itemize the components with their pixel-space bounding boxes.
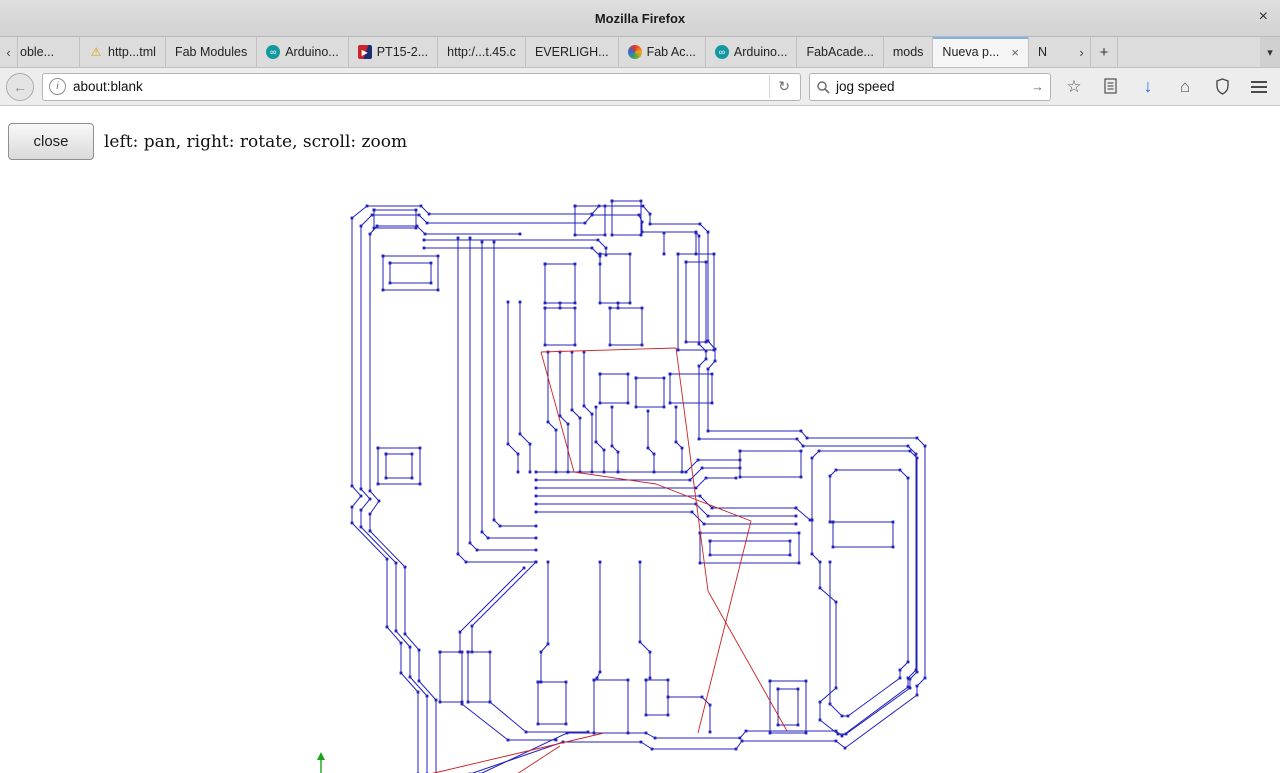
window-close-icon[interactable]: × [1259, 8, 1268, 26]
pt-icon [357, 45, 372, 59]
tab-label: PT15-2... [376, 45, 429, 59]
search-text: jog speed [836, 79, 895, 94]
tab-label: http...tml [108, 45, 156, 59]
toolpath-rapid-moves [432, 347, 788, 773]
tab-label: http:/...t.45.c [447, 45, 516, 59]
arduino-icon [714, 45, 729, 59]
tab-label: Fab Ac... [646, 45, 696, 59]
star-icon[interactable]: ☆ [1063, 76, 1085, 98]
window-title: Mozilla Firefox [594, 10, 686, 26]
tab-label: Arduino... [285, 45, 339, 59]
tab-http-tml[interactable]: http...tml [80, 37, 166, 67]
page-toolbar: close left: pan, right: rotate, scroll: … [0, 106, 1280, 160]
tab-mods[interactable]: mods [884, 37, 934, 67]
search-input[interactable]: jog speed → [809, 72, 1051, 101]
tab-label: mods [892, 45, 924, 59]
url-bar[interactable]: i about:blank ↻ [42, 72, 801, 101]
tab-label: FabAcade... [806, 45, 874, 59]
tab-label: Nueva p... [942, 45, 1000, 59]
origin-marker [317, 752, 325, 773]
shield-icon[interactable] [1211, 76, 1233, 98]
tab-bar: ‹ oble... http...tml Fab Modules Arduino… [0, 37, 1280, 68]
warning-icon [89, 45, 103, 59]
tab-scroll-right-button[interactable]: › [1073, 37, 1091, 67]
back-button[interactable]: ← [6, 72, 34, 101]
tab-oble[interactable]: oble... [18, 37, 80, 67]
navigation-toolbar: ← i about:blank ↻ jog speed → ☆ ↓ ⌂ [0, 68, 1280, 106]
tab-arduino-2[interactable]: Arduino... [706, 37, 798, 67]
tab-scroll-left-button[interactable]: ‹ [0, 37, 18, 67]
tab-everlight[interactable]: EVERLIGH... [526, 37, 619, 67]
download-icon[interactable]: ↓ [1137, 76, 1159, 98]
close-button[interactable]: close [8, 123, 94, 160]
home-icon[interactable]: ⌂ [1174, 76, 1196, 98]
instructions-text: left: pan, right: rotate, scroll: zoom [104, 131, 408, 152]
menu-icon[interactable] [1248, 76, 1270, 98]
tab-nueva-active[interactable]: Nueva p... × [933, 37, 1029, 67]
tab-label: EVERLIGH... [534, 45, 609, 59]
tab-n-partial[interactable]: N [1029, 37, 1073, 67]
tab-fab-modules[interactable]: Fab Modules [166, 37, 258, 67]
page-content: close left: pan, right: rotate, scroll: … [0, 106, 1280, 773]
bookmarks-icon[interactable] [1100, 76, 1122, 98]
toolbar-icons: ☆ ↓ ⌂ [1059, 76, 1274, 98]
window-titlebar: Mozilla Firefox × [0, 0, 1280, 37]
tab-label: Arduino... [733, 45, 788, 59]
toolpath-traces [350, 199, 927, 773]
tab-pt15[interactable]: PT15-2... [349, 37, 439, 67]
url-text: about:blank [73, 79, 143, 94]
tab-close-icon[interactable]: × [1011, 45, 1019, 60]
info-icon[interactable]: i [49, 78, 66, 95]
tab-label: N [1038, 45, 1048, 59]
tab-http-45[interactable]: http:/...t.45.c [438, 37, 526, 67]
tab-fabacademy[interactable]: FabAcade... [797, 37, 884, 67]
tab-fab-ac[interactable]: Fab Ac... [619, 37, 706, 67]
arduino-icon [266, 45, 281, 59]
list-tabs-button[interactable]: ▾ [1260, 37, 1280, 67]
globe-icon [627, 45, 642, 59]
search-go-icon[interactable]: → [1031, 79, 1044, 94]
tab-label: oble... [20, 45, 55, 59]
search-icon[interactable] [816, 80, 830, 94]
reload-button[interactable]: ↻ [769, 75, 794, 98]
tab-arduino-1[interactable]: Arduino... [257, 37, 349, 67]
tab-label: Fab Modules [174, 45, 248, 59]
new-tab-button[interactable]: + [1091, 37, 1118, 67]
